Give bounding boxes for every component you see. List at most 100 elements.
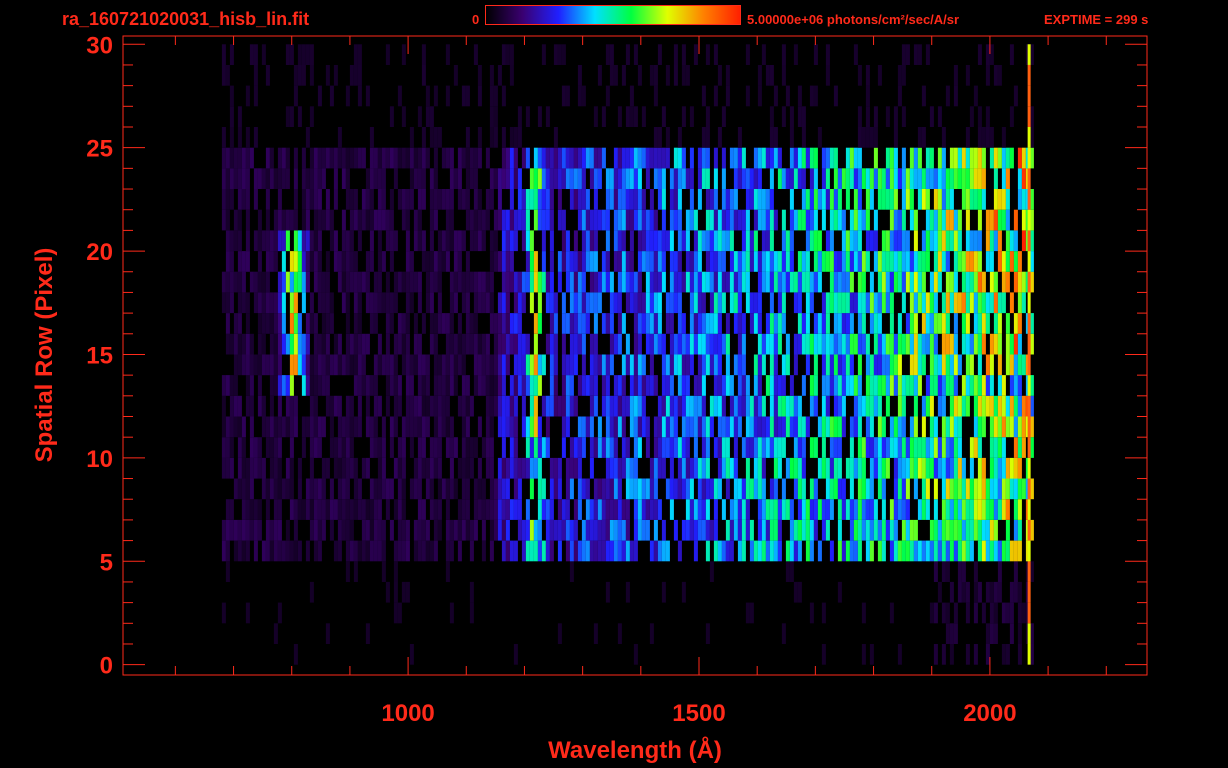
heatmap-cell [989, 292, 994, 314]
heatmap-cell [941, 209, 946, 231]
heatmap-cell [665, 147, 670, 169]
heatmap-cell [333, 189, 338, 210]
heatmap-cell [837, 581, 842, 603]
heatmap-cell [601, 437, 606, 458]
heatmap-cell [853, 251, 858, 272]
heatmap-cell [393, 499, 398, 520]
heatmap-cell [941, 292, 946, 314]
heatmap-cell [977, 519, 982, 541]
heatmap-cell [749, 230, 754, 252]
heatmap-cell [757, 292, 762, 314]
heatmap-cell [389, 375, 394, 396]
y-tick-label: 5 [100, 549, 113, 576]
heatmap-cell [661, 540, 666, 562]
heatmap-cell [593, 623, 598, 644]
heatmap-cell [357, 230, 362, 252]
heatmap-cell [805, 354, 810, 376]
heatmap-cell [297, 313, 302, 334]
heatmap-cell [937, 189, 942, 210]
heatmap-cell [449, 354, 454, 376]
heatmap-cell [365, 333, 370, 355]
heatmap-cell [261, 416, 266, 438]
heatmap-cell [873, 209, 878, 231]
heatmap-cell [905, 333, 910, 355]
heatmap-cell [473, 333, 478, 355]
heatmap-cell [809, 209, 814, 231]
heatmap-cell [465, 478, 470, 500]
heatmap-cell [673, 519, 678, 541]
heatmap-cell [265, 189, 270, 210]
heatmap-cell [481, 478, 486, 500]
heatmap-cell [389, 292, 394, 314]
heatmap-cell [957, 540, 962, 562]
heatmap-cell [853, 189, 858, 210]
heatmap-cell [565, 540, 570, 562]
heatmap-cell [337, 271, 342, 293]
heatmap-cell [989, 354, 994, 376]
heatmap-cell [857, 127, 862, 148]
heatmap-cell [697, 499, 702, 520]
heatmap-cell [981, 416, 986, 438]
heatmap-cell [589, 251, 594, 272]
heatmap-cell [445, 189, 450, 210]
heatmap-cell [1005, 519, 1010, 541]
heatmap-cell [621, 168, 626, 189]
heatmap-cell [429, 540, 434, 562]
heatmap-cell [541, 147, 546, 169]
heatmap-cell [713, 189, 718, 210]
heatmap-cell [661, 581, 666, 603]
heatmap-cell [941, 457, 946, 479]
heatmap-cell [253, 65, 258, 86]
heatmap-cell [345, 147, 350, 169]
heatmap-cell [237, 333, 242, 355]
heatmap-cell [797, 106, 802, 127]
heatmap-cell [905, 375, 910, 396]
heatmap-cell [657, 499, 662, 520]
heatmap-cell [889, 602, 894, 624]
heatmap-cell [697, 271, 702, 293]
heatmap-cell [733, 395, 738, 417]
heatmap-cell [573, 354, 578, 376]
heatmap-cell [469, 230, 474, 252]
heatmap-cell [701, 168, 706, 189]
heatmap-cell [945, 251, 950, 272]
heatmap-cell [345, 85, 350, 107]
heatmap-cell [833, 251, 838, 272]
heatmap-cell [397, 189, 402, 210]
heatmap-cell [373, 416, 378, 438]
heatmap-cell [237, 230, 242, 252]
heatmap-cell [813, 168, 818, 189]
heatmap-cell [545, 271, 550, 293]
heatmap-cell [393, 292, 398, 314]
heatmap-cell [813, 313, 818, 334]
heatmap-cell [277, 230, 282, 252]
heatmap-cell [637, 313, 642, 334]
heatmap-cell [453, 333, 458, 355]
heatmap-cell [425, 375, 430, 396]
heatmap-cell [333, 395, 338, 417]
heatmap-cell [501, 168, 506, 189]
heatmap-cell [841, 251, 846, 272]
heatmap-cell [913, 333, 918, 355]
heatmap-cell [557, 499, 562, 520]
heatmap-cell [665, 375, 670, 396]
heatmap-cell [509, 395, 514, 417]
heatmap-cell [241, 354, 246, 376]
heatmap-cell [985, 644, 990, 665]
heatmap-cell [661, 147, 666, 169]
heatmap-cell [701, 457, 706, 479]
heatmap-cell [461, 416, 466, 438]
heatmap-cell [993, 209, 998, 231]
heatmap-cell [981, 519, 986, 541]
heatmap-cell [577, 168, 582, 189]
heatmap-cell [741, 147, 746, 169]
heatmap-cell [685, 251, 690, 272]
heatmap-cell [849, 209, 854, 231]
heatmap-cell [321, 457, 326, 479]
heatmap-cell [1013, 519, 1018, 541]
heatmap-cell [849, 354, 854, 376]
heatmap-cell [1005, 168, 1010, 189]
heatmap-cell [817, 540, 822, 562]
heatmap-cell [993, 65, 998, 86]
heatmap-cell [697, 147, 702, 169]
